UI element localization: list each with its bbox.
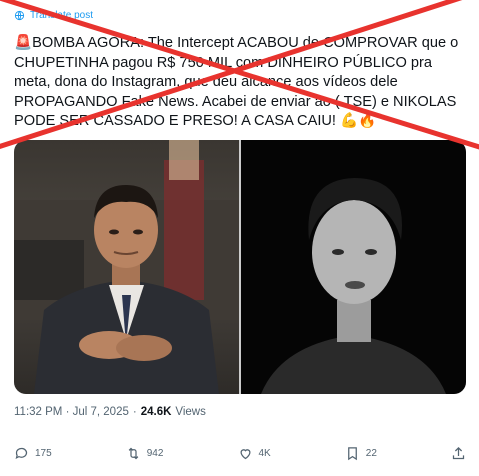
translate-label: Translate post	[30, 10, 93, 21]
repost-count: 942	[146, 448, 164, 459]
translate-post-link[interactable]: Translate post	[14, 10, 93, 21]
bookmark-icon	[347, 447, 357, 461]
tweet-media[interactable]	[14, 140, 466, 394]
repost-icon	[128, 447, 139, 460]
views-count: 24.6K	[140, 406, 172, 418]
share-icon	[452, 446, 465, 460]
repost-button[interactable]: 942	[126, 446, 164, 461]
reply-count: 175	[35, 448, 52, 459]
reply-button[interactable]: 175	[14, 446, 52, 461]
tweet-body: BOMBA AGORA: The Intercept ACABOU de COM…	[14, 35, 463, 129]
meta-separator: ·	[132, 406, 137, 418]
man-speaking-illustration	[261, 178, 446, 394]
like-count: 4K	[258, 448, 271, 459]
share-button[interactable]	[451, 446, 466, 461]
reply-icon	[15, 447, 28, 460]
bookmark-count: 22	[365, 448, 377, 459]
man-in-suit-illustration	[14, 140, 239, 394]
siren-emoji: 🚨	[14, 35, 33, 51]
like-button[interactable]: 4K	[238, 446, 271, 461]
bookmark-button[interactable]: 22	[345, 446, 377, 461]
man-in-suit-photo[interactable]	[14, 140, 239, 394]
man-speaking-black-background-photo[interactable]	[241, 140, 466, 394]
globe-icon	[14, 10, 25, 21]
heart-icon	[239, 449, 251, 460]
tweet-meta: 11:32 PM · Jul 7, 2025 · 24.6K Views	[14, 406, 206, 418]
tweet-timestamp[interactable]: 11:32 PM · Jul 7, 2025	[14, 406, 129, 418]
tweet-actions: 175 942 4K 22	[14, 446, 466, 461]
views-label: Views	[175, 406, 206, 418]
tweet-text: 🚨BOMBA AGORA: The Intercept ACABOU de CO…	[14, 34, 469, 132]
